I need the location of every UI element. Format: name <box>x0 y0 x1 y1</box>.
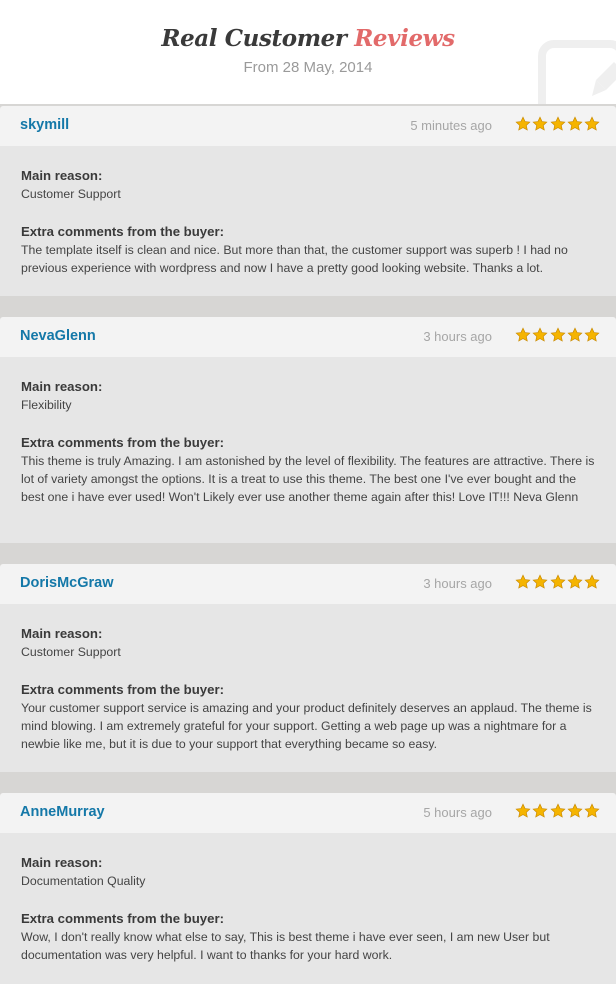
review-comment: This theme is truly Amazing. I am astoni… <box>21 454 595 504</box>
star-rating <box>515 803 601 821</box>
review-comment: Your customer support service is amazing… <box>21 701 592 751</box>
extra-comments-label: Extra comments from the buyer: <box>21 224 224 239</box>
star-icon <box>532 574 548 589</box>
star-rating <box>515 116 601 134</box>
star-rating <box>515 574 601 592</box>
pen-on-paper-icon <box>538 40 616 104</box>
star-icon <box>515 803 531 818</box>
extra-comments-label: Extra comments from the buyer: <box>21 682 224 697</box>
main-reason-value: Documentation Quality <box>21 874 146 888</box>
star-icon <box>584 574 600 589</box>
reviewer-username[interactable]: DorisMcGraw <box>20 575 113 591</box>
star-icon <box>550 574 566 589</box>
reviewer-username[interactable]: skymill <box>20 117 69 133</box>
page-header: Real Customer Reviews From 28 May, 2014 <box>0 0 616 104</box>
review-body: Main reason: Customer Support Extra comm… <box>0 146 616 296</box>
review-comment: Wow, I don't really know what else to sa… <box>21 930 550 962</box>
review-body: Main reason: Customer Support Extra comm… <box>0 604 616 772</box>
star-icon <box>515 116 531 131</box>
review-time: 5 hours ago <box>423 805 492 820</box>
title-main: Real Customer <box>161 25 355 52</box>
review-header: skymill 5 minutes ago <box>0 106 616 146</box>
star-icon <box>567 116 583 131</box>
main-reason-value: Customer Support <box>21 645 121 659</box>
star-icon <box>584 327 600 342</box>
extra-comments-label: Extra comments from the buyer: <box>21 435 224 450</box>
main-reason-label: Main reason: <box>21 168 103 183</box>
review-time: 3 hours ago <box>423 576 492 591</box>
main-reason-label: Main reason: <box>21 379 103 394</box>
review-header: AnneMurray 5 hours ago <box>0 793 616 833</box>
main-reason-label: Main reason: <box>21 855 103 870</box>
star-icon <box>567 803 583 818</box>
star-icon <box>584 803 600 818</box>
star-icon <box>515 327 531 342</box>
reviewer-username[interactable]: AnneMurray <box>20 804 105 820</box>
reviewer-username[interactable]: NevaGlenn <box>20 328 96 344</box>
star-icon <box>550 327 566 342</box>
star-icon <box>567 327 583 342</box>
main-reason-value: Flexibility <box>21 398 72 412</box>
star-icon <box>550 116 566 131</box>
review-body: Main reason: Documentation Quality Extra… <box>0 833 616 984</box>
star-icon <box>532 803 548 818</box>
main-reason-value: Customer Support <box>21 187 121 201</box>
star-icon <box>515 574 531 589</box>
extra-comments-label: Extra comments from the buyer: <box>21 911 224 926</box>
star-icon <box>532 116 548 131</box>
star-icon <box>584 116 600 131</box>
review-header: NevaGlenn 3 hours ago <box>0 317 616 357</box>
review-header: DorisMcGraw 3 hours ago <box>0 564 616 604</box>
title-accent: Reviews <box>354 25 455 52</box>
review-time: 3 hours ago <box>423 329 492 344</box>
star-icon <box>532 327 548 342</box>
star-rating <box>515 327 601 345</box>
star-icon <box>567 574 583 589</box>
review-comment: The template itself is clean and nice. B… <box>21 243 568 275</box>
review-body: Main reason: Flexibility Extra comments … <box>0 357 616 543</box>
star-icon <box>550 803 566 818</box>
page-title: Real Customer Reviews <box>0 25 616 52</box>
main-reason-label: Main reason: <box>21 626 103 641</box>
page-subtitle: From 28 May, 2014 <box>243 59 373 76</box>
review-time: 5 minutes ago <box>410 118 492 133</box>
